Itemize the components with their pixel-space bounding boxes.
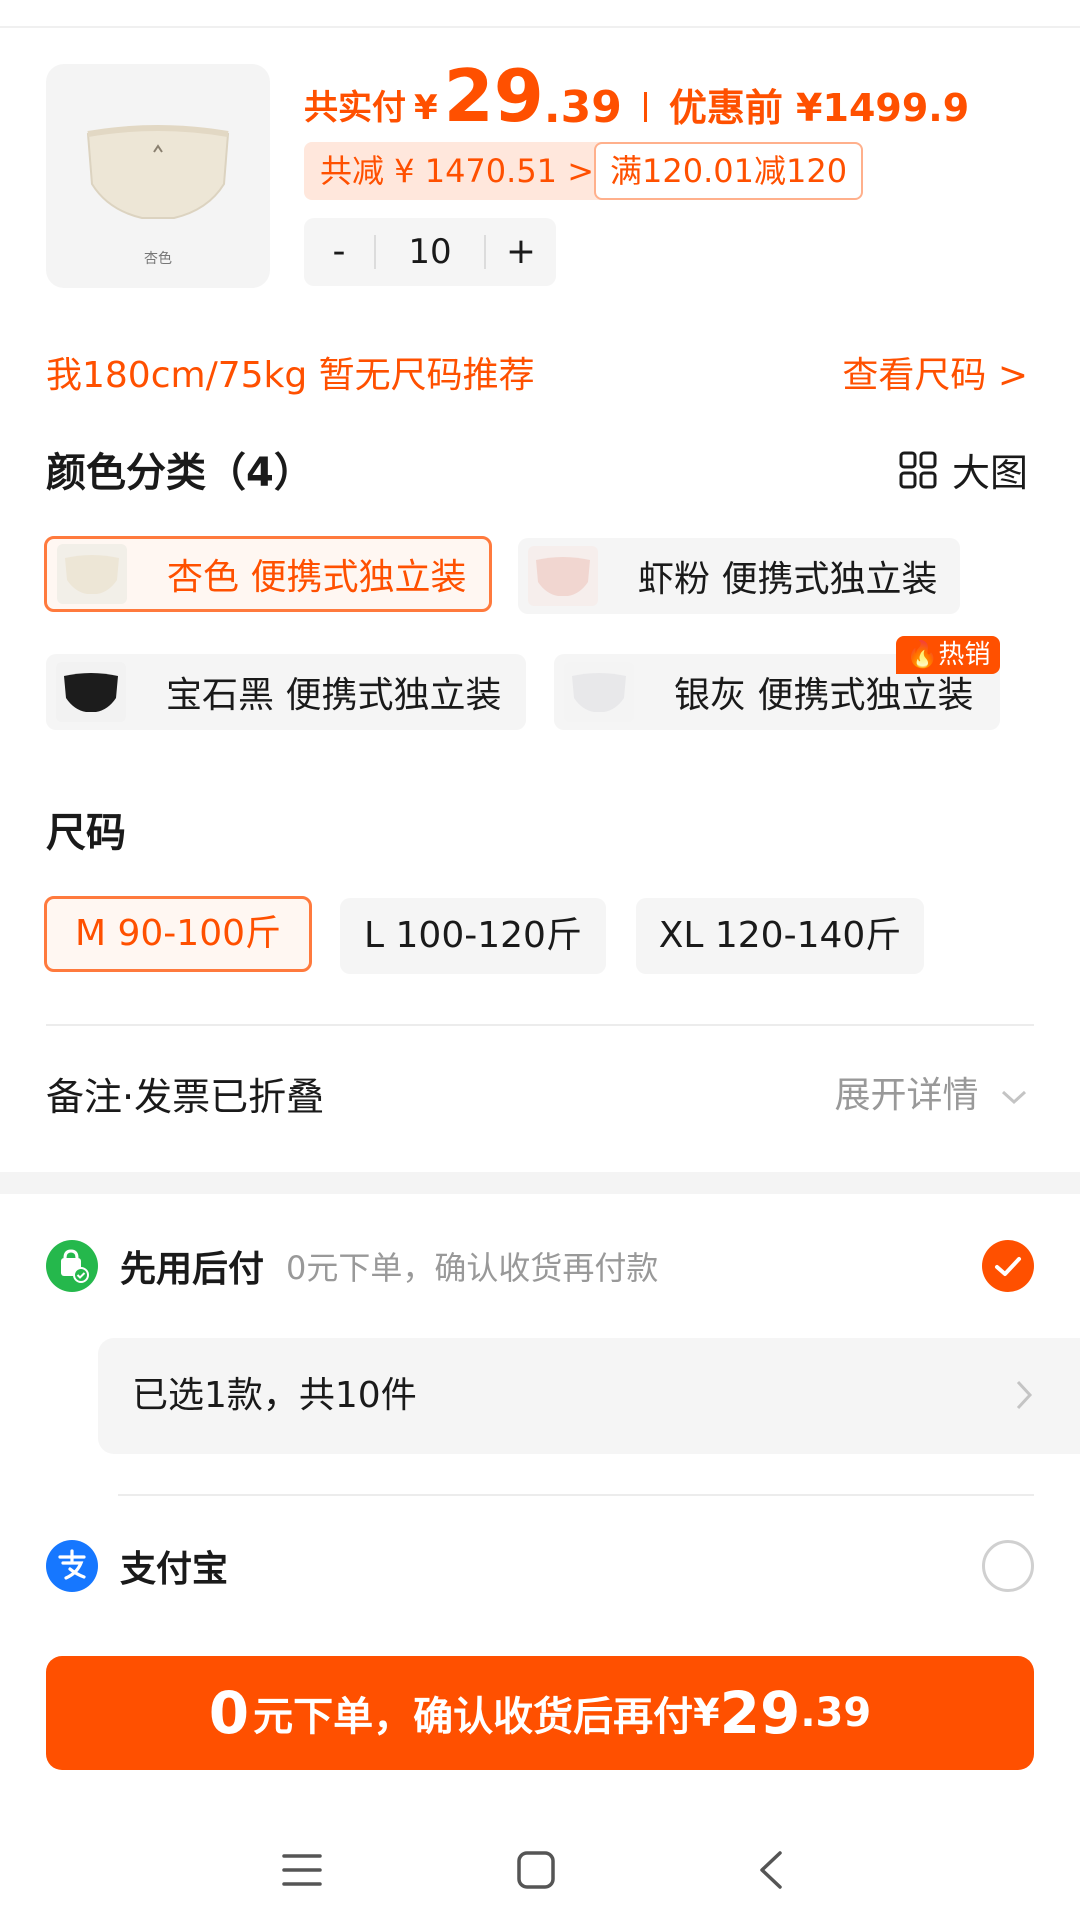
pay-later-option[interactable]: 先用后付 0元下单，确认收货再付款: [46, 1236, 658, 1296]
color-option-pink[interactable]: 虾粉 便携式独立装: [518, 538, 960, 614]
price-integer: 29: [443, 54, 544, 138]
original-price: 优惠前 ¥1499.9: [668, 86, 970, 130]
size-option-m[interactable]: M 90-100斤: [44, 896, 312, 972]
selected-items-summary[interactable]: 已选1款，共10件: [98, 1338, 1080, 1454]
total-paid-label: 共实付: [304, 88, 406, 128]
big-picture-toggle[interactable]: 大图: [898, 442, 1028, 497]
price-separator: [643, 92, 647, 122]
system-navigation-bar: [0, 1830, 1080, 1910]
color-option-label: 杏色 便携式独立装: [167, 557, 467, 598]
quantity-increase-button[interactable]: +: [486, 218, 556, 286]
pay-later-checked-radio[interactable]: [982, 1240, 1034, 1292]
hot-sale-badge: 🔥热销: [896, 636, 1001, 674]
color-option-black[interactable]: 宝石黑 便携式独立装: [46, 654, 526, 730]
place-order-button[interactable]: 0 元下单，确认收货后再付 ¥ 29 .39: [46, 1656, 1034, 1770]
alipay-option[interactable]: 支付宝: [46, 1536, 228, 1596]
price-dot: .: [543, 82, 561, 133]
size-section-title: 尺码: [46, 810, 126, 856]
pay-later-icon: [46, 1240, 98, 1292]
color-option-label: 虾粉 便携式独立装: [638, 559, 938, 600]
big-picture-label: 大图: [951, 451, 1028, 495]
expand-details-label: 展开详情: [834, 1075, 979, 1116]
chevron-down-icon: [1001, 1090, 1027, 1105]
product-thumbnail[interactable]: 杏色: [46, 64, 270, 288]
cta-text: 元下单，确认收货后再付: [253, 1694, 694, 1740]
quantity-value[interactable]: 10: [376, 218, 484, 286]
total-price-line: 共实付 ¥ 29 . 39 优惠前 ¥1499.9: [304, 54, 970, 138]
coupon-tag: 满120.01减120: [594, 142, 864, 200]
notes-invoice-label: 备注·发票已折叠: [46, 1075, 325, 1119]
thumbnail-label: 杏色: [144, 251, 172, 267]
menu-icon[interactable]: [282, 1852, 322, 1888]
color-option-label: 宝石黑 便携式独立装: [166, 675, 502, 716]
cta-price-integer: 29: [719, 1679, 801, 1747]
silver-grey-swatch-image: [564, 662, 634, 722]
color-section-title: 颜色分类（4）: [46, 450, 314, 496]
pink-swatch-image: [528, 546, 598, 606]
section-gap: [0, 1172, 1080, 1194]
black-swatch-image: [56, 662, 126, 722]
alipay-icon: [46, 1540, 98, 1592]
section-divider: [46, 1024, 1034, 1026]
size-option-l[interactable]: L 100-120斤: [340, 898, 606, 974]
size-recommendation-text: 我180cm/75kg 暂无尺码推荐: [46, 355, 535, 396]
size-option-xl[interactable]: XL 120-140斤: [636, 898, 924, 974]
color-option-apricot[interactable]: 杏色 便携式独立装: [44, 536, 492, 612]
expand-details-button[interactable]: 展开详情: [835, 1066, 1028, 1118]
cta-zero: 0: [208, 1679, 250, 1747]
currency-symbol: ¥: [414, 88, 438, 128]
cta-currency: ¥: [693, 1691, 720, 1735]
alipay-radio[interactable]: [982, 1540, 1034, 1592]
quantity-stepper: - 10 +: [304, 218, 556, 286]
home-icon[interactable]: [516, 1850, 556, 1890]
grid-icon: [899, 451, 937, 488]
price-decimal: 39: [560, 82, 622, 133]
view-size-chart-link[interactable]: 查看尺码 >: [842, 346, 1028, 398]
alipay-name: 支付宝: [120, 1549, 229, 1590]
payment-divider: [118, 1494, 1034, 1496]
pay-later-description: 0元下单，确认收货再付款: [286, 1249, 659, 1287]
underwear-apricot-image: [86, 125, 230, 219]
chevron-right-icon: [1016, 1380, 1033, 1410]
cta-price-decimal: .39: [800, 1690, 872, 1736]
checkmark-icon: [995, 1257, 1021, 1276]
selected-items-text: 已选1款，共10件: [132, 1375, 417, 1416]
apricot-swatch-image: [57, 544, 127, 604]
top-divider: [0, 26, 1080, 28]
pay-later-name: 先用后付: [120, 1249, 265, 1290]
quantity-decrease-button[interactable]: -: [304, 218, 374, 286]
discount-total-tag[interactable]: 共减 ¥ 1470.51 >: [304, 142, 611, 200]
back-icon[interactable]: [756, 1850, 786, 1890]
